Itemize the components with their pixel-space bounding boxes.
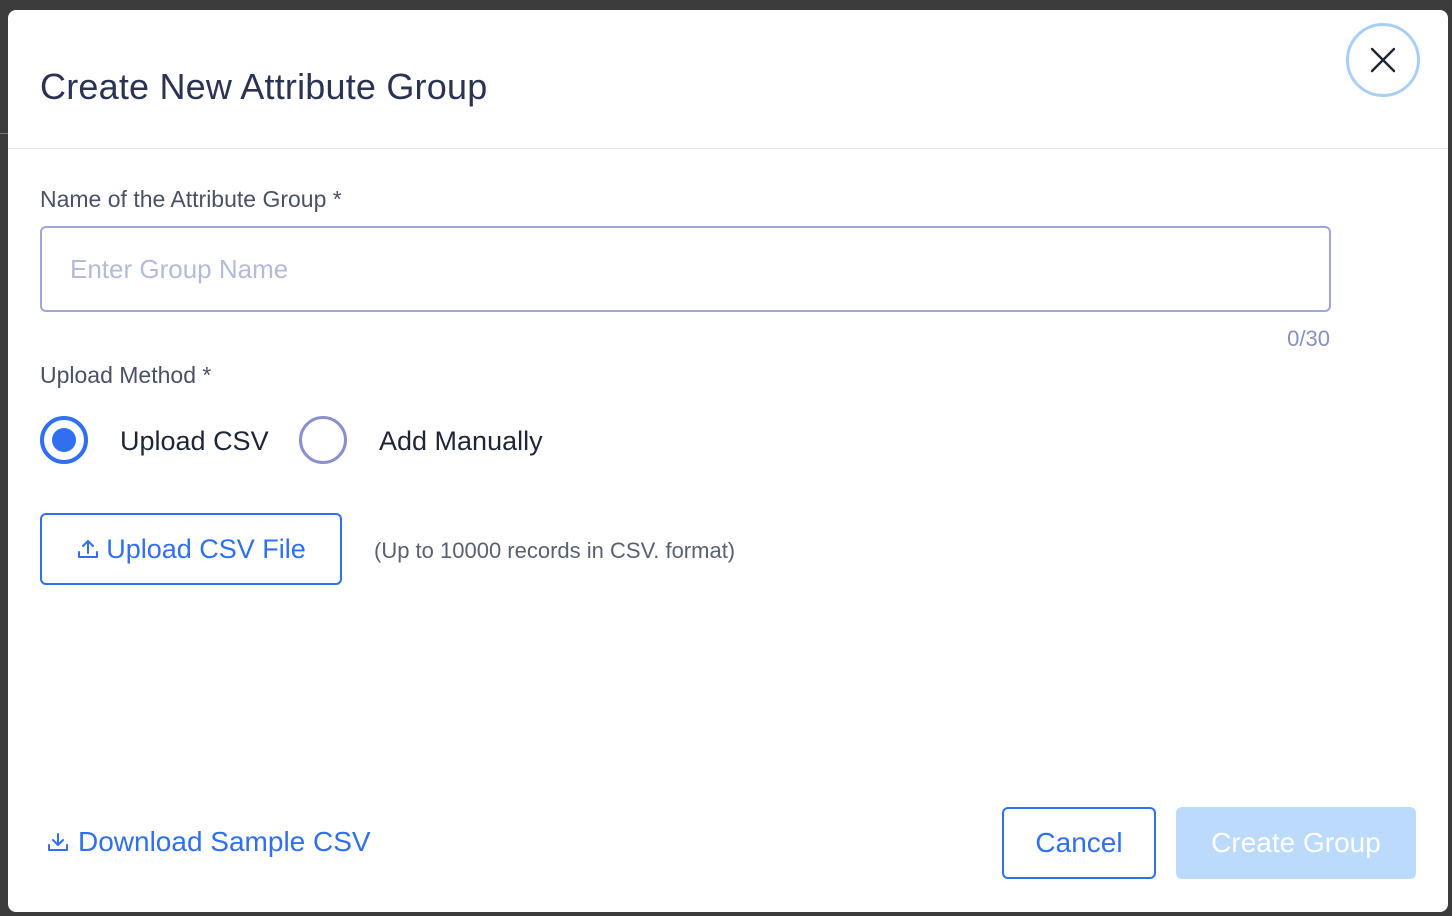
- close-button[interactable]: [1346, 23, 1420, 97]
- download-icon: [48, 833, 68, 851]
- add-manually-radio[interactable]: [299, 416, 347, 464]
- close-icon: [1370, 47, 1396, 73]
- create-group-button: Create Group: [1176, 807, 1416, 879]
- cancel-button[interactable]: Cancel: [1002, 807, 1156, 879]
- dialog-title: Create New Attribute Group: [40, 66, 488, 107]
- upload-method-label: Upload Method *: [40, 362, 212, 388]
- upload-icon: [78, 540, 99, 558]
- add-manually-option-label[interactable]: Add Manually: [379, 426, 543, 457]
- group-name-label: Name of the Attribute Group *: [40, 186, 342, 212]
- upload-csv-option-label[interactable]: Upload CSV: [120, 426, 269, 457]
- upload-csv-file-button[interactable]: Upload CSV File: [40, 513, 342, 585]
- radio-selected-dot: [52, 428, 76, 452]
- character-counter: 0/30: [1287, 326, 1330, 351]
- download-sample-csv-label: Download Sample CSV: [78, 826, 371, 857]
- dialog-header: Create New Attribute Group: [8, 10, 1448, 149]
- upload-csv-file-label: Upload CSV File: [106, 533, 306, 564]
- upload-csv-radio[interactable]: [40, 416, 88, 464]
- upload-hint-text: (Up to 10000 records in CSV. format): [374, 538, 736, 563]
- group-name-input[interactable]: [40, 226, 1331, 312]
- download-sample-csv-link[interactable]: Download Sample CSV: [46, 826, 371, 858]
- create-attribute-group-dialog: Create New Attribute Group Name of the A…: [8, 10, 1448, 912]
